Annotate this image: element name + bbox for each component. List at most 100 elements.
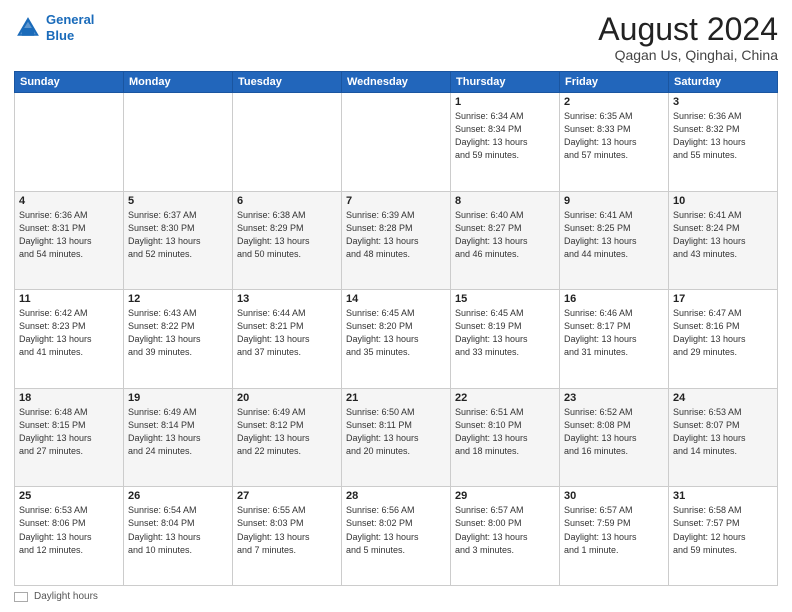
cell-info: Sunrise: 6:45 AM Sunset: 8:19 PM Dayligh… [455, 307, 555, 359]
cell-info: Sunrise: 6:46 AM Sunset: 8:17 PM Dayligh… [564, 307, 664, 359]
logo: General Blue [14, 12, 94, 43]
day-number: 11 [19, 293, 119, 305]
calendar-cell: 25Sunrise: 6:53 AM Sunset: 8:06 PM Dayli… [15, 487, 124, 586]
day-number: 2 [564, 96, 664, 108]
day-number: 27 [237, 490, 337, 502]
calendar-cell: 8Sunrise: 6:40 AM Sunset: 8:27 PM Daylig… [451, 191, 560, 290]
calendar-cell: 20 Sunrise: 6:49 AM Sunset: 8:12 PM Dayli… [233, 388, 342, 487]
logo-line1: General [46, 12, 94, 27]
calendar-cell: 18 Sunrise: 6:48 AM Sunset: 8:15 PM Dayli… [15, 388, 124, 487]
cell-info: Sunrise: 6:47 AM Sunset: 8:16 PM Dayligh… [673, 307, 773, 359]
footer-box [14, 592, 28, 602]
calendar-cell: 23 Sunrise: 6:52 AM Sunset: 8:08 PM Dayli… [560, 388, 669, 487]
day-number: 24 [673, 392, 773, 404]
calendar-cell: 5 Sunrise: 6:37 AM Sunset: 8:30 PM Daylig… [124, 191, 233, 290]
day-number: 15 [455, 293, 555, 305]
cell-info: Sunrise: 6:49 AM Sunset: 8:14 PM Dayligh… [128, 406, 228, 458]
calendar-cell: 21Sunrise: 6:50 AM Sunset: 8:11 PM Dayli… [342, 388, 451, 487]
day-number: 21 [346, 392, 446, 404]
cell-info: Sunrise: 6:41 AM Sunset: 8:24 PM Dayligh… [673, 209, 773, 261]
cell-info: Sunrise: 6:44 AM Sunset: 8:21 PM Dayligh… [237, 307, 337, 359]
day-number: 1 [455, 96, 555, 108]
day-number: 6 [237, 195, 337, 207]
calendar-table: SundayMondayTuesdayWednesdayThursdayFrid… [14, 71, 778, 586]
calendar-cell [233, 93, 342, 192]
cell-info: Sunrise: 6:49 AM Sunset: 8:12 PM Dayligh… [237, 406, 337, 458]
day-number: 29 [455, 490, 555, 502]
cell-info: Sunrise: 6:54 AM Sunset: 8:04 PM Dayligh… [128, 504, 228, 556]
calendar-cell: 16 Sunrise: 6:46 AM Sunset: 8:17 PM Dayli… [560, 290, 669, 389]
day-number: 3 [673, 96, 773, 108]
day-number: 28 [346, 490, 446, 502]
cell-info: Sunrise: 6:42 AM Sunset: 8:23 PM Dayligh… [19, 307, 119, 359]
footer-label: Daylight hours [34, 591, 98, 602]
calendar-cell: 2 Sunrise: 6:35 AM Sunset: 8:33 PM Daylig… [560, 93, 669, 192]
logo-icon [14, 14, 42, 42]
logo-line2: Blue [46, 28, 74, 43]
calendar-cell: 4 Sunrise: 6:36 AM Sunset: 8:31 PM Daylig… [15, 191, 124, 290]
day-number: 16 [564, 293, 664, 305]
calendar-cell: 19Sunrise: 6:49 AM Sunset: 8:14 PM Dayli… [124, 388, 233, 487]
cell-info: Sunrise: 6:53 AM Sunset: 8:07 PM Dayligh… [673, 406, 773, 458]
calendar-cell: 30Sunrise: 6:57 AM Sunset: 7:59 PM Dayli… [560, 487, 669, 586]
calendar-week-row: 18 Sunrise: 6:48 AM Sunset: 8:15 PM Dayli… [15, 388, 778, 487]
calendar-week-row: 1 Sunrise: 6:34 AM Sunset: 8:34 PM Daylig… [15, 93, 778, 192]
day-number: 31 [673, 490, 773, 502]
footer: Daylight hours [14, 591, 778, 602]
cell-info: Sunrise: 6:37 AM Sunset: 8:30 PM Dayligh… [128, 209, 228, 261]
cell-info: Sunrise: 6:52 AM Sunset: 8:08 PM Dayligh… [564, 406, 664, 458]
calendar-cell: 22Sunrise: 6:51 AM Sunset: 8:10 PM Dayli… [451, 388, 560, 487]
day-number: 23 [564, 392, 664, 404]
cell-info: Sunrise: 6:55 AM Sunset: 8:03 PM Dayligh… [237, 504, 337, 556]
cell-info: Sunrise: 6:41 AM Sunset: 8:25 PM Dayligh… [564, 209, 664, 261]
cell-info: Sunrise: 6:58 AM Sunset: 7:57 PM Dayligh… [673, 504, 773, 556]
calendar-cell: 6Sunrise: 6:38 AM Sunset: 8:29 PM Daylig… [233, 191, 342, 290]
day-number: 10 [673, 195, 773, 207]
calendar-cell: 14Sunrise: 6:45 AM Sunset: 8:20 PM Dayli… [342, 290, 451, 389]
day-number: 8 [455, 195, 555, 207]
calendar-cell: 12 Sunrise: 6:43 AM Sunset: 8:22 PM Dayli… [124, 290, 233, 389]
calendar-cell: 28Sunrise: 6:56 AM Sunset: 8:02 PM Dayli… [342, 487, 451, 586]
cell-info: Sunrise: 6:35 AM Sunset: 8:33 PM Dayligh… [564, 110, 664, 162]
calendar-week-row: 11 Sunrise: 6:42 AM Sunset: 8:23 PM Dayli… [15, 290, 778, 389]
calendar-cell: 10 Sunrise: 6:41 AM Sunset: 8:24 PM Dayli… [669, 191, 778, 290]
calendar-header-sunday: Sunday [15, 72, 124, 93]
calendar-cell [124, 93, 233, 192]
location: Qagan Us, Qinghai, China [598, 47, 778, 63]
day-number: 5 [128, 195, 228, 207]
calendar-cell: 11 Sunrise: 6:42 AM Sunset: 8:23 PM Dayli… [15, 290, 124, 389]
calendar-cell: 17Sunrise: 6:47 AM Sunset: 8:16 PM Dayli… [669, 290, 778, 389]
calendar-cell: 31 Sunrise: 6:58 AM Sunset: 7:57 PM Dayli… [669, 487, 778, 586]
calendar-week-row: 4 Sunrise: 6:36 AM Sunset: 8:31 PM Daylig… [15, 191, 778, 290]
cell-info: Sunrise: 6:34 AM Sunset: 8:34 PM Dayligh… [455, 110, 555, 162]
cell-info: Sunrise: 6:53 AM Sunset: 8:06 PM Dayligh… [19, 504, 119, 556]
calendar-header-friday: Friday [560, 72, 669, 93]
calendar-cell [15, 93, 124, 192]
cell-info: Sunrise: 6:48 AM Sunset: 8:15 PM Dayligh… [19, 406, 119, 458]
calendar-cell: 27 Sunrise: 6:55 AM Sunset: 8:03 PM Dayli… [233, 487, 342, 586]
cell-info: Sunrise: 6:36 AM Sunset: 8:31 PM Dayligh… [19, 209, 119, 261]
calendar-cell [342, 93, 451, 192]
cell-info: Sunrise: 6:43 AM Sunset: 8:22 PM Dayligh… [128, 307, 228, 359]
day-number: 13 [237, 293, 337, 305]
day-number: 4 [19, 195, 119, 207]
day-number: 7 [346, 195, 446, 207]
calendar-cell: 26 Sunrise: 6:54 AM Sunset: 8:04 PM Dayli… [124, 487, 233, 586]
cell-info: Sunrise: 6:36 AM Sunset: 8:32 PM Dayligh… [673, 110, 773, 162]
calendar-header-monday: Monday [124, 72, 233, 93]
day-number: 12 [128, 293, 228, 305]
cell-info: Sunrise: 6:57 AM Sunset: 8:00 PM Dayligh… [455, 504, 555, 556]
cell-info: Sunrise: 6:51 AM Sunset: 8:10 PM Dayligh… [455, 406, 555, 458]
day-number: 26 [128, 490, 228, 502]
title-block: August 2024 Qagan Us, Qinghai, China [598, 12, 778, 63]
calendar-cell: 13 Sunrise: 6:44 AM Sunset: 8:21 PM Dayli… [233, 290, 342, 389]
calendar-cell: 29 Sunrise: 6:57 AM Sunset: 8:00 PM Dayli… [451, 487, 560, 586]
cell-info: Sunrise: 6:39 AM Sunset: 8:28 PM Dayligh… [346, 209, 446, 261]
day-number: 18 [19, 392, 119, 404]
cell-info: Sunrise: 6:57 AM Sunset: 7:59 PM Dayligh… [564, 504, 664, 556]
calendar-cell: 7 Sunrise: 6:39 AM Sunset: 8:28 PM Daylig… [342, 191, 451, 290]
calendar-cell: 9Sunrise: 6:41 AM Sunset: 8:25 PM Daylig… [560, 191, 669, 290]
calendar-header-tuesday: Tuesday [233, 72, 342, 93]
day-number: 20 [237, 392, 337, 404]
page: General Blue August 2024 Qagan Us, Qingh… [0, 0, 792, 612]
